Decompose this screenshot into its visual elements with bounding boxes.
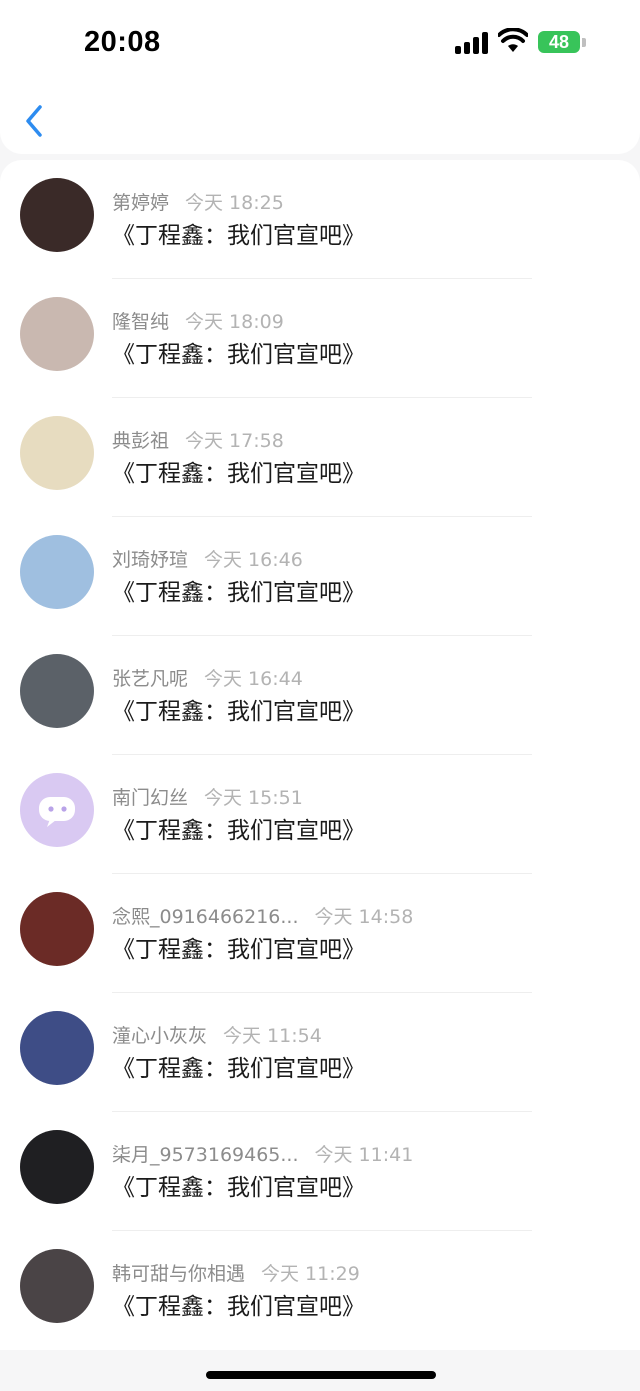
- home-indicator[interactable]: [206, 1371, 436, 1379]
- avatar[interactable]: [20, 297, 94, 371]
- message-time: 今天 11:41: [314, 1144, 414, 1166]
- user-name[interactable]: 典彭祖: [112, 430, 169, 452]
- message-time: 今天 18:09: [185, 311, 284, 333]
- avatar[interactable]: [20, 1130, 94, 1204]
- cellular-signal-icon: [455, 32, 489, 54]
- user-name[interactable]: 潼心小灰灰: [112, 1025, 207, 1047]
- message-text: 《丁程鑫：我们官宣吧》: [112, 937, 365, 963]
- list-item[interactable]: 第婷婷 今天 18:25 《丁程鑫：我们官宣吧》: [0, 160, 640, 279]
- list-item[interactable]: 南门幻丝 今天 15:51 《丁程鑫：我们官宣吧》: [0, 755, 640, 874]
- message-time: 今天 18:25: [185, 192, 284, 214]
- message-text: 《丁程鑫：我们官宣吧》: [112, 818, 365, 844]
- battery-tip: [582, 38, 586, 47]
- message-text: 《丁程鑫：我们官宣吧》: [112, 580, 365, 606]
- battery-icon: 48: [538, 31, 580, 53]
- message-text: 《丁程鑫：我们官宣吧》: [112, 1175, 365, 1201]
- message-text: 《丁程鑫：我们官宣吧》: [112, 461, 365, 487]
- avatar[interactable]: [20, 535, 94, 609]
- user-name[interactable]: 韩可甜与你相遇: [112, 1263, 245, 1285]
- avatar[interactable]: [20, 1011, 94, 1085]
- list-item[interactable]: 念熙_0916466216... 今天 14:58 《丁程鑫：我们官宣吧》: [0, 874, 640, 993]
- user-name[interactable]: 念熙_0916466216...: [112, 906, 299, 928]
- chat-bubble-icon: [39, 797, 75, 827]
- message-time: 今天 14:58: [314, 906, 414, 928]
- message-time: 今天 16:44: [204, 668, 303, 690]
- user-name[interactable]: 柒月_9573169465...: [112, 1144, 299, 1166]
- message-text: 《丁程鑫：我们官宣吧》: [112, 699, 365, 725]
- list-item[interactable]: 潼心小灰灰 今天 11:54 《丁程鑫：我们官宣吧》: [0, 993, 640, 1112]
- list-item[interactable]: 刘琦妤瑄 今天 16:46 《丁程鑫：我们官宣吧》: [0, 517, 640, 636]
- list-item[interactable]: 张艺凡呢 今天 16:44 《丁程鑫：我们官宣吧》: [0, 636, 640, 755]
- user-name[interactable]: 南门幻丝: [112, 787, 188, 809]
- wifi-icon: [498, 28, 528, 52]
- user-name[interactable]: 张艺凡呢: [112, 668, 188, 690]
- avatar[interactable]: [20, 773, 94, 847]
- message-text: 《丁程鑫：我们官宣吧》: [112, 1294, 365, 1320]
- status-bar: 20:08 48: [0, 0, 640, 88]
- message-time: 今天 16:46: [204, 549, 303, 571]
- user-name[interactable]: 刘琦妤瑄: [112, 549, 188, 571]
- avatar[interactable]: [20, 892, 94, 966]
- avatar[interactable]: [20, 1249, 94, 1323]
- message-time: 今天 17:58: [185, 430, 284, 452]
- message-text: 《丁程鑫：我们官宣吧》: [112, 1056, 365, 1082]
- user-name[interactable]: 隆智纯: [112, 311, 169, 333]
- avatar[interactable]: [20, 654, 94, 728]
- avatar[interactable]: [20, 178, 94, 252]
- chevron-left-icon[interactable]: [20, 102, 50, 140]
- message-time: 今天 11:29: [261, 1263, 360, 1285]
- message-time: 今天 11:54: [223, 1025, 322, 1047]
- message-text: 《丁程鑫：我们官宣吧》: [112, 223, 365, 249]
- nav-bar: [0, 88, 640, 154]
- message-list: 第婷婷 今天 18:25 《丁程鑫：我们官宣吧》 隆智纯 今天 18:09 《丁程鑫…: [0, 160, 640, 1350]
- user-name[interactable]: 第婷婷: [112, 192, 169, 214]
- avatar[interactable]: [20, 416, 94, 490]
- status-time: 20:08: [84, 26, 161, 58]
- list-item[interactable]: 韩可甜与你相遇 今天 11:29 《丁程鑫：我们官宣吧》: [0, 1231, 640, 1350]
- list-item[interactable]: 隆智纯 今天 18:09 《丁程鑫：我们官宣吧》: [0, 279, 640, 398]
- list-item[interactable]: 柒月_9573169465... 今天 11:41 《丁程鑫：我们官宣吧》: [0, 1112, 640, 1231]
- list-item[interactable]: 典彭祖 今天 17:58 《丁程鑫：我们官宣吧》: [0, 398, 640, 517]
- message-text: 《丁程鑫：我们官宣吧》: [112, 342, 365, 368]
- message-time: 今天 15:51: [204, 787, 303, 809]
